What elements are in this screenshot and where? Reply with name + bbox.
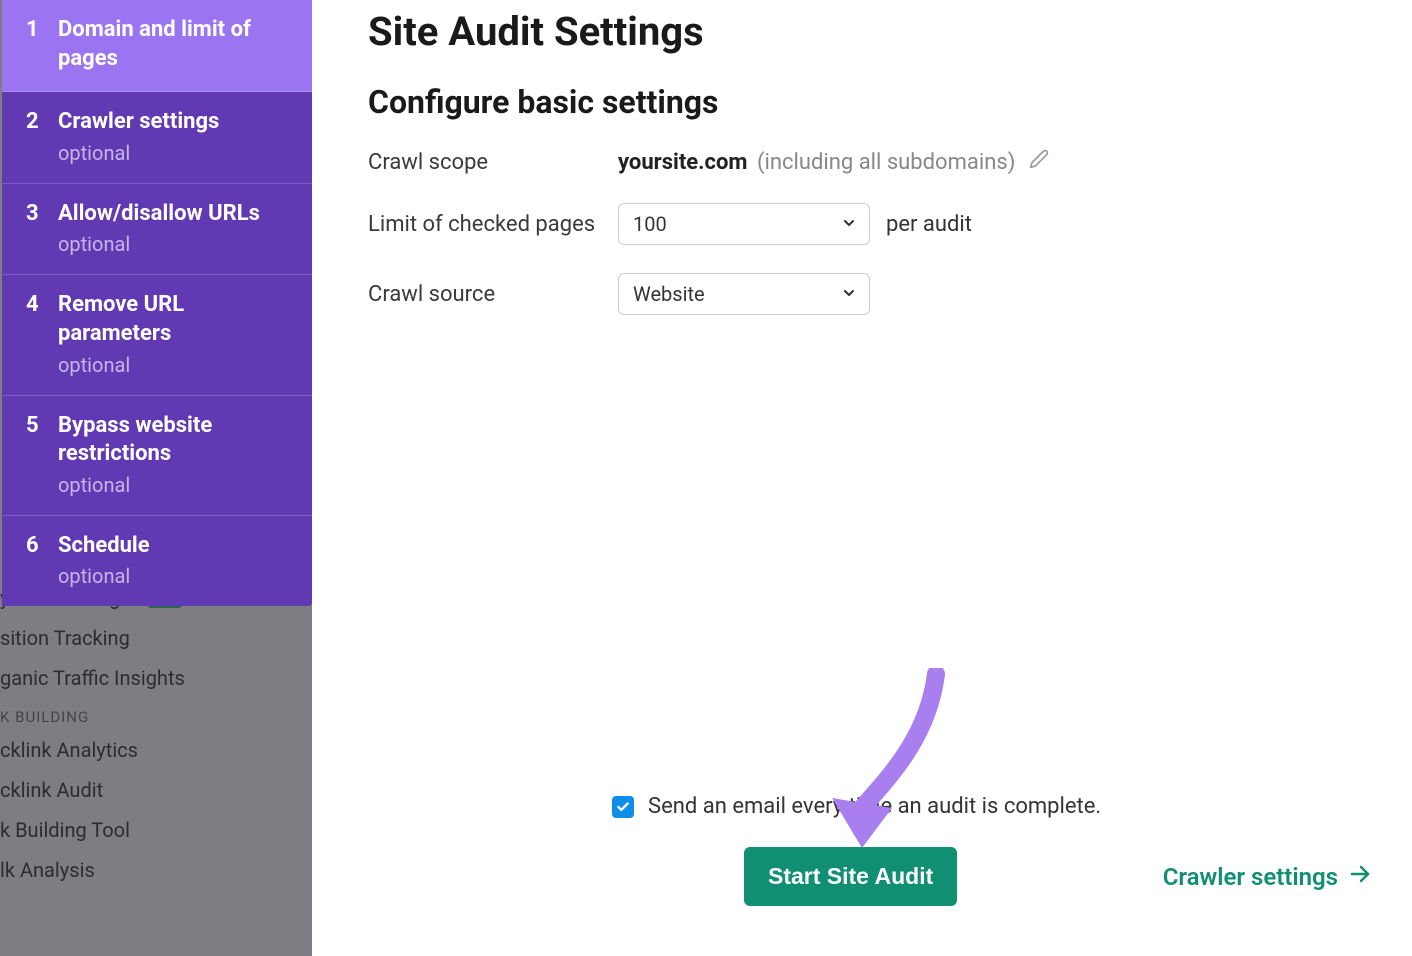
step-title: Schedule	[58, 532, 294, 561]
crawl-scope-hint: (including all subdomains)	[757, 150, 1015, 175]
page-title: Site Audit Settings	[368, 8, 1372, 55]
start-site-audit-button[interactable]: Start Site Audit	[744, 847, 957, 906]
step-subtitle: optional	[58, 141, 294, 165]
crawler-settings-link[interactable]: Crawler settings	[1163, 862, 1372, 892]
step-subtitle: optional	[58, 564, 294, 588]
footer: Send an email every time an audit is com…	[368, 794, 1372, 906]
row-email-notify: Send an email every time an audit is com…	[368, 794, 1372, 819]
link-label: Crawler settings	[1163, 863, 1338, 891]
step-number: 5	[26, 412, 40, 441]
step-number: 3	[26, 200, 40, 229]
section-title: Configure basic settings	[368, 83, 1372, 121]
limit-suffix: per audit	[886, 212, 972, 237]
select-crawl-source[interactable]: Website	[618, 273, 870, 315]
main-content: Site Audit Settings Configure basic sett…	[368, 2, 1372, 343]
step-subtitle: optional	[58, 353, 294, 377]
step-number: 4	[26, 291, 40, 320]
email-notify-label: Send an email every time an audit is com…	[648, 794, 1101, 819]
step-title: Crawler settings	[58, 108, 294, 137]
select-value: 100	[633, 212, 667, 236]
select-value: Website	[633, 282, 705, 306]
step-number: 2	[26, 108, 40, 137]
chevron-down-icon	[841, 282, 857, 306]
step-number: 6	[26, 532, 40, 561]
step-schedule[interactable]: 6 Schedule optional	[2, 516, 312, 607]
step-subtitle: optional	[58, 232, 294, 256]
step-subtitle: optional	[58, 473, 294, 497]
step-crawler-settings[interactable]: 2 Crawler settings optional	[2, 92, 312, 184]
arrow-right-icon	[1348, 862, 1372, 892]
step-title: Allow/disallow URLs	[58, 200, 294, 229]
label-crawl-scope: Crawl scope	[368, 150, 618, 175]
row-crawl-scope: Crawl scope yoursite.com (including all …	[368, 149, 1372, 175]
step-domain-and-limit[interactable]: 1 Domain and limit of pages	[2, 0, 312, 92]
checkbox-email-notify[interactable]	[612, 796, 634, 818]
step-title: Remove URL parameters	[58, 291, 294, 348]
step-title: Domain and limit of pages	[58, 16, 294, 73]
row-crawl-source: Crawl source Website	[368, 273, 1372, 315]
row-limit-pages: Limit of checked pages 100 per audit	[368, 203, 1372, 245]
pencil-icon[interactable]	[1029, 149, 1049, 169]
step-title: Bypass website restrictions	[58, 412, 294, 469]
label-limit-pages: Limit of checked pages	[368, 212, 618, 237]
step-allow-disallow-urls[interactable]: 3 Allow/disallow URLs optional	[2, 184, 312, 276]
label-crawl-source: Crawl source	[368, 282, 618, 307]
step-remove-url-parameters[interactable]: 4 Remove URL parameters optional	[2, 275, 312, 395]
step-number: 1	[26, 16, 40, 45]
chevron-down-icon	[841, 212, 857, 236]
settings-stepper: 1 Domain and limit of pages 2 Crawler se…	[2, 0, 312, 606]
select-limit-pages[interactable]: 100	[618, 203, 870, 245]
crawl-scope-value: yoursite.com	[618, 150, 747, 175]
step-bypass-restrictions[interactable]: 5 Bypass website restrictions optional	[2, 396, 312, 516]
footer-actions: Start Site Audit Crawler settings	[368, 847, 1372, 906]
